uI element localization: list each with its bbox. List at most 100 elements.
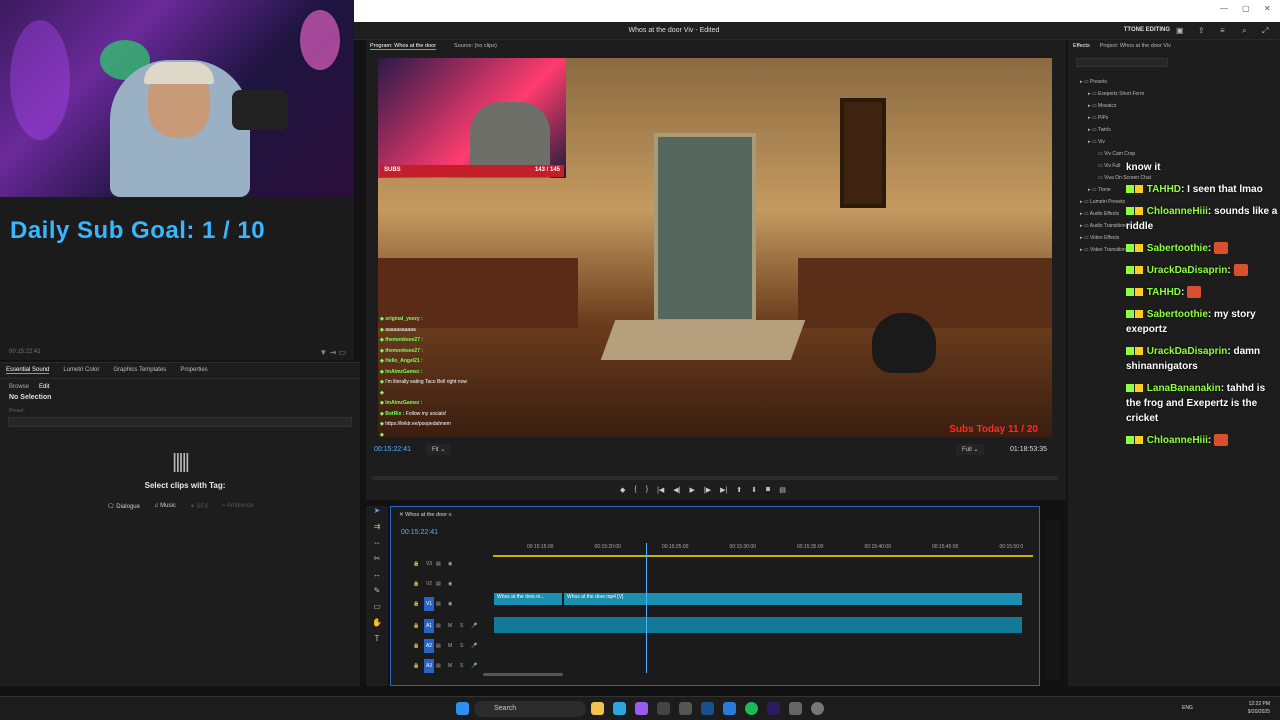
tag-music[interactable]: ♫ Music	[151, 502, 179, 511]
tab-effects[interactable]: Effects	[1073, 43, 1090, 49]
fullscreen-icon[interactable]: ⤢	[1262, 26, 1268, 36]
go-to-out-icon[interactable]: ▶|	[720, 486, 727, 494]
tab-source[interactable]: Source: (no clips)	[454, 43, 497, 50]
effects-search-input[interactable]	[1076, 58, 1168, 67]
resolution-dropdown[interactable]: Full ⌄	[956, 444, 985, 455]
camera-icon[interactable]: ◙	[766, 486, 770, 494]
track-a2[interactable]: 🔒 A2 ▤ M S 🎤	[391, 637, 493, 655]
timeline-timecode[interactable]: 00:15:22:41	[401, 529, 438, 536]
sub-goal-text: Daily Sub Goal: 1 / 10	[10, 217, 266, 244]
steam-icon[interactable]	[701, 702, 714, 715]
taskbar-search[interactable]: Search	[474, 701, 586, 717]
effects-tree-item[interactable]: ▸ ▭ Twirls	[1080, 124, 1151, 136]
razor-icon[interactable]: ✂	[366, 554, 388, 570]
chat-message: Sabertoothie:	[1126, 241, 1278, 256]
panel-icon[interactable]: ▣	[1176, 26, 1184, 35]
selection-tool-icon[interactable]: ➤	[366, 506, 388, 522]
ripple-edit-icon[interactable]: ⇔	[366, 538, 388, 554]
extract-icon[interactable]: ⬇	[751, 486, 757, 494]
system-clock[interactable]: 12:22 PM 9/20/2025	[1248, 700, 1270, 716]
effects-tree-item[interactable]: ▭ Viv Cam Crop	[1080, 148, 1151, 160]
tab-graphics-templates[interactable]: Graphics Templates	[113, 367, 166, 374]
tab-program[interactable]: Program: Whos at the door	[370, 43, 437, 50]
video-preview[interactable]: SUBS 143 / 145 ◆ original_yeezy : ◆ aaaa…	[378, 58, 1052, 437]
menu-icon[interactable]: ≡	[1220, 26, 1225, 35]
workspace-label[interactable]: TTONE EDITING	[1124, 27, 1170, 33]
timeline-scrollbar[interactable]	[483, 673, 563, 676]
stream-overlay-panel: Daily Sub Goal: 1 / 10 00:15:22:41 ▼ ⇥ ▭	[0, 197, 354, 360]
discord-icon[interactable]	[635, 702, 648, 715]
slip-icon[interactable]: ↔	[366, 570, 388, 586]
overlay-chat-line: ◆	[380, 389, 384, 396]
chrome-icon[interactable]	[679, 702, 692, 715]
type-icon[interactable]: T	[366, 634, 388, 650]
video-clip-2[interactable]: Whos at the door.mp4 [V]	[564, 593, 1022, 605]
minimize-button[interactable]: —	[1220, 4, 1228, 13]
overlay-chat-line: ◆ https://linktr.ee/poopedahnem	[380, 421, 451, 427]
playhead[interactable]	[646, 543, 647, 673]
tag-dialogue[interactable]: 🗨 Dialogue	[104, 502, 143, 511]
video-clip-1[interactable]: Whos at the door.m...	[494, 593, 562, 605]
go-to-in-icon[interactable]: |◀	[657, 486, 664, 494]
overlay-chat-line: ◆ aaaaaaaaaaa	[380, 326, 416, 333]
sequence-tab[interactable]: ✕ Whos at the door ≡	[399, 512, 452, 518]
track-v3[interactable]: 🔒 V3 ▤ ◉	[391, 555, 493, 573]
step-forward-icon[interactable]: |▶	[704, 486, 711, 494]
audio-clip[interactable]	[494, 617, 1022, 633]
track-v2[interactable]: 🔒 V2 ▤ ◉	[391, 575, 493, 593]
language-indicator[interactable]: ENG	[1182, 705, 1193, 711]
tab-edit[interactable]: Edit	[39, 384, 49, 390]
pen-icon[interactable]: ✎	[366, 586, 388, 602]
search-icon[interactable]: ⌕	[1242, 26, 1246, 36]
filter-icon[interactable]: ▼ ⇥ ▭	[319, 348, 346, 357]
tag-sfx[interactable]: ✦ SFX	[187, 502, 211, 511]
effects-tree-item[interactable]: ▸ ▭ Viv	[1080, 136, 1151, 148]
effects-tree-item[interactable]: ▸ ▭ Exepertz Short Form	[1080, 88, 1151, 100]
tab-project[interactable]: Project: Whos at the door Viv	[1100, 43, 1171, 49]
overlay-chat-line: ◆ BotRix : Follow my socials!	[380, 410, 447, 417]
track-a3[interactable]: 🔒 A3 ▤ M S 🎤	[391, 657, 493, 675]
chat-message: Sabertoothie: my story exeportz	[1126, 309, 1256, 335]
spotify-icon[interactable]	[745, 702, 758, 715]
tab-properties[interactable]: Properties	[180, 367, 207, 374]
track-select-icon[interactable]: ⇉	[366, 522, 388, 538]
effects-tree-item[interactable]: ▸ ▭ PiPs	[1080, 112, 1151, 124]
time-ruler[interactable]: 00:15:15:00 00:15:20:00 00:15:25:00 00:15:3…	[493, 543, 1033, 557]
chat-message: UrackDaDisaprin:	[1126, 263, 1278, 278]
ruler-label: 00:15:50:0	[999, 544, 1024, 550]
monitor-timecode[interactable]: 00:15:22:41	[374, 446, 411, 453]
hand-icon[interactable]: ✋	[366, 618, 388, 634]
maximize-button[interactable]: ▢	[1242, 4, 1250, 13]
marker-icon[interactable]: ◆	[620, 486, 625, 494]
app-icon[interactable]	[723, 702, 736, 715]
track-a1[interactable]: 🔒 A1 ▤ M S 🎤	[391, 617, 493, 635]
obs-icon[interactable]	[657, 702, 670, 715]
tag-ambience[interactable]: ≈ Ambience	[219, 502, 256, 511]
compare-icon[interactable]: ▤	[779, 486, 786, 494]
step-back-icon[interactable]: ◀|	[673, 486, 680, 494]
edge-icon[interactable]	[613, 702, 626, 715]
effects-tree-item[interactable]: ▸ ▭ Mosaics	[1080, 100, 1151, 112]
share-icon[interactable]: ⇪	[1198, 26, 1205, 35]
app2-icon[interactable]	[811, 702, 824, 715]
windows-start-icon[interactable]	[456, 702, 469, 715]
chat-message: ChloanneHiii: sounds like a riddle	[1126, 206, 1278, 232]
mark-out-icon[interactable]: }	[646, 486, 648, 494]
close-button[interactable]: ✕	[1264, 4, 1271, 13]
subs-bar: SUBS 143 / 145	[380, 165, 564, 177]
tab-lumetri-color[interactable]: Lumetri Color	[63, 367, 99, 374]
effects-tree-item[interactable]: ▸ ▭ Presets	[1080, 76, 1151, 88]
mark-in-icon[interactable]: {	[634, 486, 636, 494]
rectangle-icon[interactable]: ▭	[366, 602, 388, 618]
settings-icon[interactable]	[789, 702, 802, 715]
preset-dropdown[interactable]	[8, 417, 352, 427]
lift-icon[interactable]: ⬆	[736, 486, 742, 494]
track-v1[interactable]: 🔒 V1 ▤ ◉	[391, 595, 493, 613]
tab-browse[interactable]: Browse	[9, 384, 29, 390]
premiere-icon[interactable]	[767, 702, 780, 715]
file-explorer-icon[interactable]	[591, 702, 604, 715]
scrub-bar[interactable]	[372, 476, 1058, 480]
zoom-fit-dropdown[interactable]: Fit ⌄	[426, 444, 452, 455]
play-icon[interactable]: ▶	[689, 486, 694, 494]
tab-essential-sound[interactable]: Essential Sound	[6, 367, 50, 374]
